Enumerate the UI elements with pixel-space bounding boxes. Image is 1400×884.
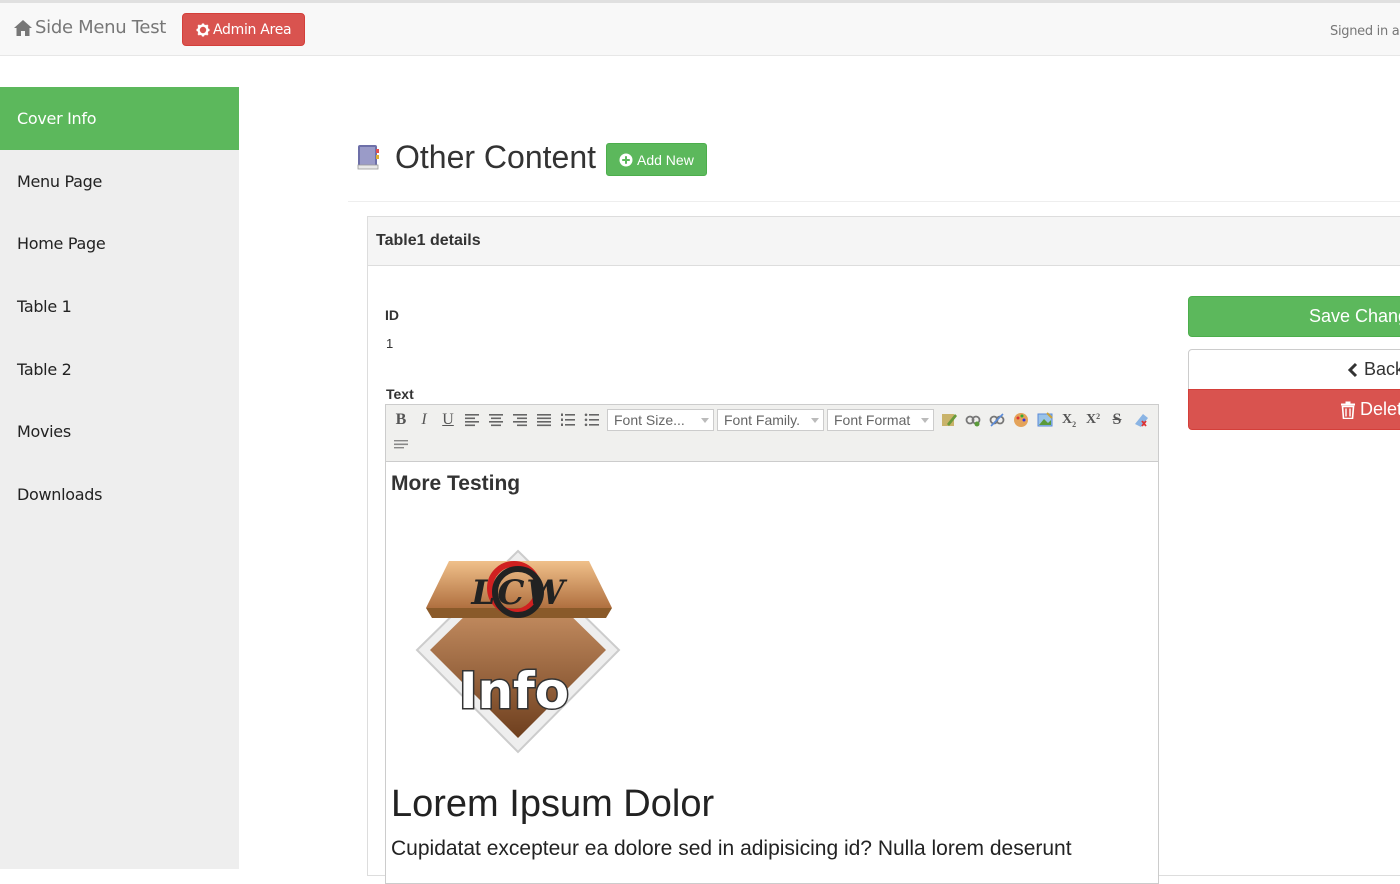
admin-area-label: Admin Area [213, 21, 292, 38]
panel-title: Table1 details [368, 217, 1400, 266]
sidebar-item-downloads[interactable]: Downloads [0, 463, 239, 526]
brand-link[interactable]: Side Menu Test [13, 17, 166, 38]
justify-icon[interactable] [534, 410, 554, 430]
signed-in-text: Signed in as [1330, 24, 1400, 39]
id-label: ID [385, 307, 399, 323]
bullet-list-icon[interactable] [582, 410, 602, 430]
save-changes-label: Save Changes [1309, 306, 1400, 326]
font-size-select[interactable]: Font Size... [607, 409, 714, 431]
brand-label: Side Menu Test [35, 17, 167, 38]
delete-label: Delete [1360, 399, 1400, 419]
bold-icon[interactable]: B [391, 410, 411, 430]
strikethrough-icon[interactable]: S [1107, 410, 1127, 430]
text-label: Text [386, 386, 414, 402]
admin-area-button[interactable]: Admin Area [182, 13, 306, 46]
edit-image-icon[interactable] [939, 410, 959, 430]
top-navbar: Side Menu Test Admin Area Signed in as [0, 0, 1400, 56]
header-divider [348, 201, 1400, 202]
superscript-icon[interactable]: X2 [1083, 410, 1103, 430]
gear-icon [196, 23, 210, 36]
font-family-value: Font Family. [724, 412, 800, 428]
trash-icon [1341, 401, 1355, 419]
font-family-select[interactable]: Font Family. [717, 409, 824, 431]
sidebar-item-movies[interactable]: Movies [0, 400, 239, 463]
numbered-list-icon[interactable] [558, 410, 578, 430]
sidebar-item-table-2[interactable]: Table 2 [0, 338, 239, 401]
subscript-icon[interactable]: X2 [1059, 410, 1079, 430]
align-center-icon[interactable] [486, 410, 506, 430]
chevron-left-icon [1347, 362, 1358, 377]
color-palette-icon[interactable] [1011, 410, 1031, 430]
id-value: 1 [386, 336, 394, 351]
back-button[interactable]: Back [1188, 349, 1400, 390]
content-h1: Lorem Ipsum Dolor [391, 783, 715, 825]
content-heading: More Testing [391, 472, 521, 495]
font-size-value: Font Size... [614, 412, 685, 428]
back-label: Back [1364, 359, 1400, 379]
add-new-label: Add New [637, 151, 694, 168]
editor-content[interactable]: More Testing [386, 462, 1158, 502]
editor-toolbar: B I U Font Size... Font Family. Font For… [386, 405, 1158, 462]
page-header: Other Content Add New [355, 138, 707, 176]
sidebar-item-table-1[interactable]: Table 1 [0, 275, 239, 338]
delete-button[interactable]: Delete [1188, 389, 1400, 430]
plus-circle-icon [619, 153, 633, 166]
underline-icon[interactable]: U [438, 410, 458, 430]
align-right-icon[interactable] [510, 410, 530, 430]
save-changes-button[interactable]: Save Changes [1188, 296, 1400, 337]
italic-icon[interactable]: I [414, 410, 434, 430]
logo-top-text: LCW [470, 573, 567, 613]
sidebar-item-cover-info[interactable]: Cover Info [0, 87, 239, 150]
unlink-icon[interactable] [987, 410, 1007, 430]
logo-bottom-text: Info [459, 662, 569, 720]
content-paragraph: Cupidatat excepteur ea dolore sed in adi… [391, 837, 1072, 860]
lcw-info-logo-image: LCW Info [415, 549, 621, 754]
horizontal-rule-icon[interactable] [391, 434, 411, 454]
clear-format-icon[interactable] [1131, 410, 1151, 430]
sidebar: Cover Info Menu Page Home Page Table 1 T… [0, 87, 239, 869]
align-left-icon[interactable] [462, 410, 482, 430]
font-format-value: Font Format [834, 412, 911, 428]
page-title: Other Content [395, 138, 596, 175]
insert-image-icon[interactable] [1035, 410, 1055, 430]
sidebar-item-menu-page[interactable]: Menu Page [0, 150, 239, 213]
home-icon [14, 19, 32, 36]
font-format-select[interactable]: Font Format [827, 409, 934, 431]
add-new-button[interactable]: Add New [606, 143, 707, 176]
sidebar-item-home-page[interactable]: Home Page [0, 212, 239, 275]
book-icon [357, 145, 379, 170]
link-icon[interactable] [963, 410, 983, 430]
